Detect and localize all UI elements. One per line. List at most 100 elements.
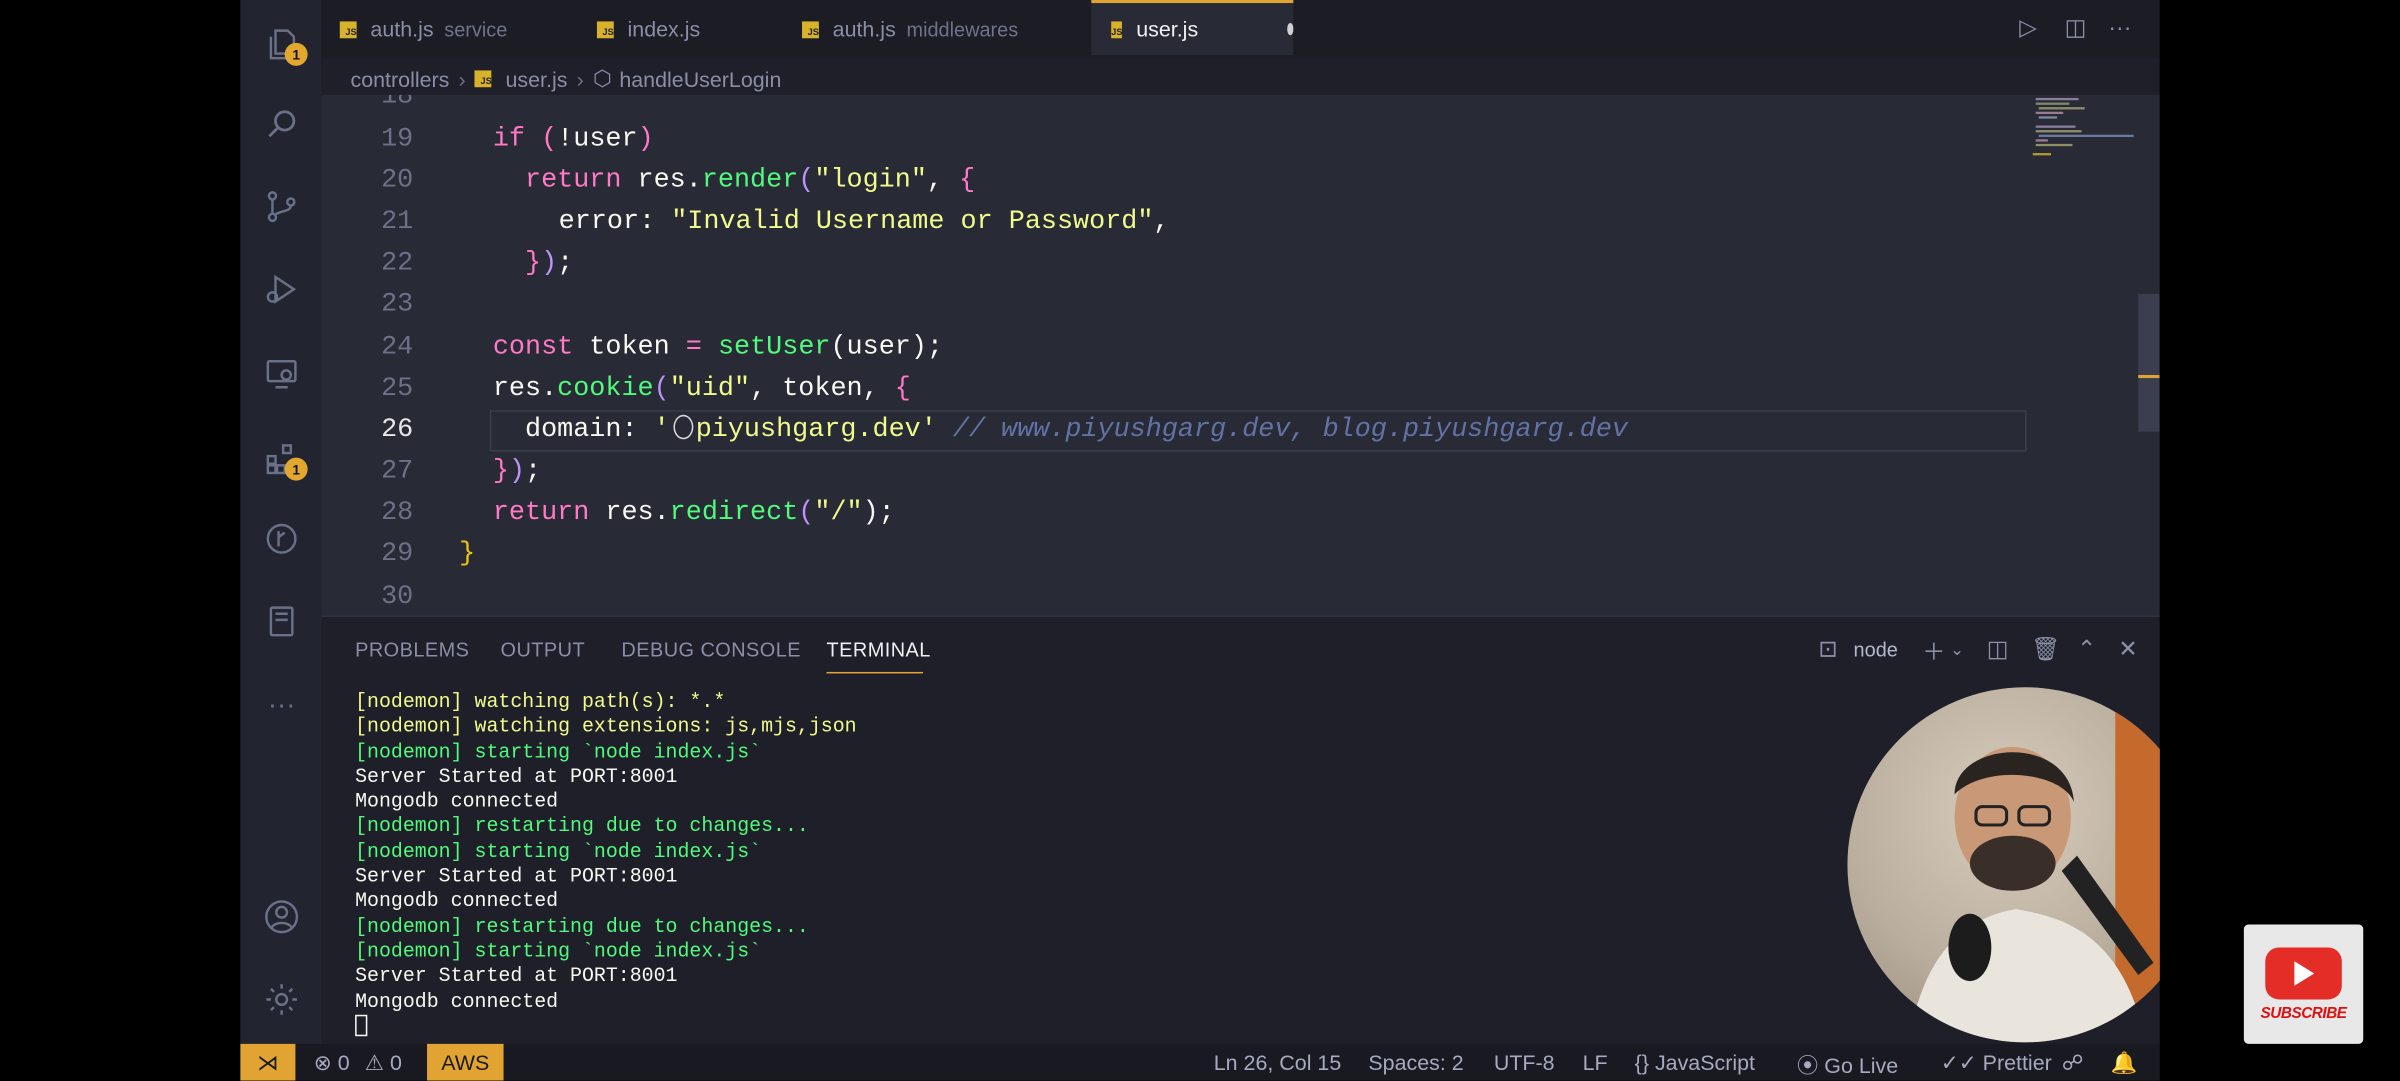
split-terminal-icon[interactable]: ◫ <box>1987 635 2009 663</box>
tab-auth-middlewares[interactable]: JS auth.js middlewares <box>802 0 1018 58</box>
warning-icon: ⚠ <box>364 1049 384 1075</box>
token: "Invalid Username or Password" <box>671 206 1154 238</box>
cursor-position[interactable]: Ln 26, Col 15 <box>1214 1050 1341 1074</box>
code-line: }); <box>493 456 541 487</box>
indentation[interactable]: Spaces: 2 <box>1368 1050 1463 1074</box>
close-panel-icon[interactable]: ✕ <box>2118 635 2137 663</box>
breadcrumb-folder[interactable]: controllers <box>351 67 450 91</box>
trash-icon[interactable]: 🗑 <box>2031 635 2060 663</box>
go-live-label: Go Live <box>1824 1053 1899 1078</box>
terminal-line: [nodemon] starting `node index.js` <box>355 740 762 764</box>
line-number: 22 <box>381 247 414 279</box>
terminal-output[interactable]: [nodemon] watching path(s): *.* [nodemon]… <box>355 690 857 1039</box>
language-mode[interactable]: {} JavaScript <box>1635 1050 1755 1074</box>
tab-terminal[interactable]: TERMINAL <box>827 638 931 661</box>
tab-label: auth.js <box>370 16 434 42</box>
token: "login" <box>814 165 927 196</box>
encoding[interactable]: UTF-8 <box>1494 1050 1555 1074</box>
minimap[interactable] <box>2032 95 2140 187</box>
warning-count: 0 <box>389 1049 402 1075</box>
token: !user <box>557 123 638 155</box>
symbol-method-icon: ⬡ <box>592 65 612 91</box>
error-count: 0 <box>337 1049 350 1075</box>
line-number: 24 <box>381 332 414 363</box>
terminal-cursor <box>355 1015 368 1037</box>
line-number: 18 <box>381 94 414 112</box>
chevron-down-icon[interactable]: ⌄ <box>1950 640 1964 659</box>
token: ); <box>862 497 895 529</box>
tab-output[interactable]: OUTPUT <box>501 638 586 661</box>
token: ; <box>557 247 574 279</box>
code-line: const token = setUser(user); <box>493 332 943 363</box>
token: { <box>894 373 911 405</box>
run-file-icon[interactable]: ▷ <box>2014 15 2042 43</box>
terminal-line: Mongodb connected <box>355 889 559 913</box>
token: ; <box>525 456 542 487</box>
token: return <box>492 497 590 529</box>
git-graph-icon[interactable] <box>262 519 302 559</box>
chevron-right-icon: › <box>458 66 466 92</box>
token: ( <box>525 123 558 155</box>
remote-indicator-icon[interactable]: ⋊ <box>240 1043 296 1081</box>
javascript-file-icon: JS <box>802 20 819 38</box>
tab-label: index.js <box>627 16 701 42</box>
editor-more-icon[interactable]: ··· <box>2106 15 2134 43</box>
errors-indicator[interactable]: ⊗ 0 ⚠ 0 <box>314 1050 402 1076</box>
new-terminal-icon[interactable]: ＋ <box>1922 635 1945 667</box>
code-line: return res.render("login", { <box>525 165 975 196</box>
token: } <box>524 247 542 279</box>
token: , <box>926 165 960 196</box>
source-control-icon[interactable] <box>262 187 302 227</box>
javascript-file-icon: JS <box>596 20 614 38</box>
maximize-panel-icon[interactable]: ⌃ <box>2077 635 2096 663</box>
go-live-button[interactable]: ⦿ Go Live <box>1797 1050 1898 1081</box>
tab-user-active[interactable]: JS user.js <box>1091 0 1294 56</box>
tab-auth-service[interactable]: JS auth.js service <box>339 0 507 58</box>
code-editor[interactable]: 18 19 20 21 22 23 24 25 26 27 28 29 30 i… <box>321 94 2160 616</box>
token: , <box>1153 206 1170 238</box>
mouse-cursor-icon <box>672 414 693 440</box>
run-debug-icon[interactable] <box>262 269 302 309</box>
search-icon[interactable] <box>262 104 302 144</box>
token: if <box>492 123 526 155</box>
settings-gear-icon[interactable] <box>262 980 302 1020</box>
token: redirect <box>669 497 799 529</box>
line-number-current: 26 <box>381 414 414 446</box>
feedback-icon[interactable]: ☍ <box>2062 1050 2084 1076</box>
remote-explorer-icon[interactable] <box>262 354 302 394</box>
tab-debug-console[interactable]: DEBUG CONSOLE <box>621 638 801 661</box>
token: "uid" <box>669 373 751 405</box>
unsaved-dot-icon[interactable] <box>1286 22 1294 36</box>
double-check-icon: ✓✓ <box>1940 1049 1977 1075</box>
terminal-line: Server Started at PORT:8001 <box>355 964 678 988</box>
bottom-panel: PROBLEMS OUTPUT DEBUG CONSOLE TERMINAL ⊡… <box>321 615 2160 1046</box>
bell-icon[interactable]: 🔔 <box>2111 1050 2138 1076</box>
prettier-button[interactable]: ✓✓ Prettier <box>1941 1050 2052 1076</box>
breadcrumb-file[interactable]: user.js <box>506 67 568 91</box>
code-line: if (!user) <box>493 124 654 155</box>
terminal-line: [nodemon] starting `node index.js` <box>355 939 762 963</box>
tab-label: auth.js <box>832 16 896 42</box>
token: ) <box>637 123 654 155</box>
split-editor-icon[interactable]: ◫ <box>2062 15 2090 43</box>
editor-scrollbar-thumb[interactable] <box>2138 293 2160 432</box>
tab-problems[interactable]: PROBLEMS <box>355 638 469 661</box>
braces-icon: {} <box>1634 1049 1650 1075</box>
subscribe-overlay[interactable]: SUBSCRIBE <box>2243 924 2364 1044</box>
end-of-line[interactable]: LF <box>1583 1050 1608 1074</box>
breadcrumb-symbol[interactable]: handleUserLogin <box>619 67 781 91</box>
aws-toolkit-button[interactable]: AWS <box>427 1043 504 1081</box>
token: setUser <box>717 332 831 363</box>
token: res. <box>589 497 670 529</box>
line-number: 19 <box>381 123 414 155</box>
token: // www.piyushgarg.dev, blog.piyushgarg.d… <box>936 414 1629 446</box>
token: piyushgarg.dev' <box>695 414 937 446</box>
tab-index[interactable]: JS index.js <box>596 0 701 58</box>
token: ) <box>508 456 526 487</box>
more-icon[interactable]: ··· <box>262 684 302 724</box>
terminal-shell-name[interactable]: node <box>1854 638 1898 661</box>
token: res. <box>621 165 702 196</box>
account-icon[interactable] <box>262 897 302 937</box>
notebook-icon[interactable] <box>262 602 302 642</box>
youtube-play-icon <box>2265 946 2342 999</box>
